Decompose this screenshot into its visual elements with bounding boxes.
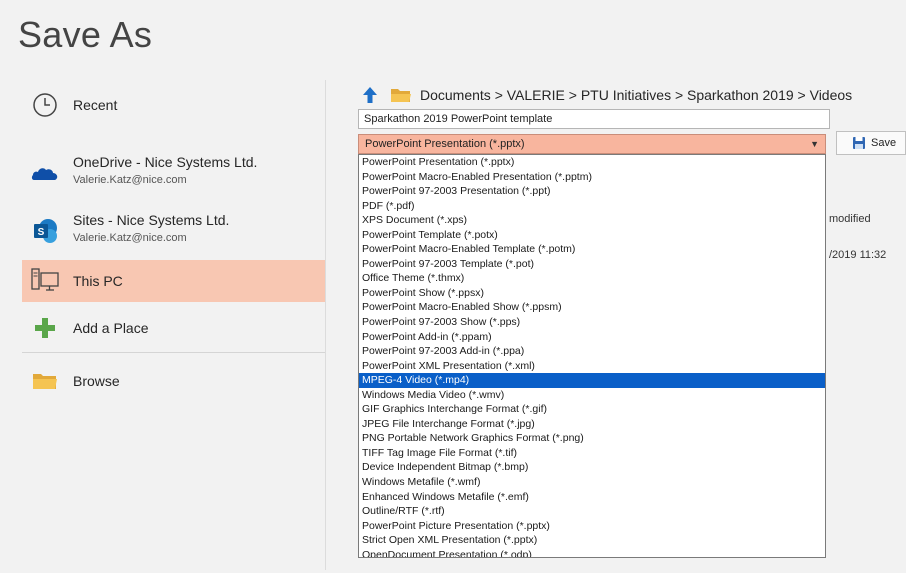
file-type-option[interactable]: MPEG-4 Video (*.mp4) xyxy=(359,373,825,388)
file-type-option[interactable]: PowerPoint Template (*.potx) xyxy=(359,228,825,243)
nav-divider xyxy=(22,352,325,353)
nav-label-onedrive: OneDrive - Nice Systems Ltd. xyxy=(73,154,258,170)
nav-sub-onedrive: Valerie.Katz@nice.com xyxy=(73,174,187,186)
file-type-option[interactable]: PowerPoint Macro-Enabled Template (*.pot… xyxy=(359,242,825,257)
nav-label-browse: Browse xyxy=(73,373,120,389)
file-type-option[interactable]: PowerPoint Macro-Enabled Presentation (*… xyxy=(359,170,825,185)
nav-item-recent[interactable]: Recent xyxy=(22,84,325,126)
nav-item-sites[interactable]: S Sites - Nice Systems Ltd. Valerie.Katz… xyxy=(22,208,325,254)
chevron-down-icon: ▼ xyxy=(810,139,819,149)
file-type-option[interactable]: TIFF Tag Image File Format (*.tif) xyxy=(359,446,825,461)
computer-icon xyxy=(31,268,59,291)
folder-icon xyxy=(391,89,411,102)
folder-icon xyxy=(33,374,57,389)
file-type-option[interactable]: Device Independent Bitmap (*.bmp) xyxy=(359,460,825,475)
file-type-option[interactable]: PowerPoint Macro-Enabled Show (*.ppsm) xyxy=(359,300,825,315)
file-type-option[interactable]: PowerPoint XML Presentation (*.xml) xyxy=(359,359,825,374)
svg-text:S: S xyxy=(38,227,45,238)
save-button[interactable]: Save xyxy=(836,131,906,155)
file-type-option[interactable]: PDF (*.pdf) xyxy=(359,199,825,214)
nav-label-this-pc: This PC xyxy=(73,273,123,289)
file-type-option[interactable]: PowerPoint 97-2003 Presentation (*.ppt) xyxy=(359,184,825,199)
file-type-option[interactable]: Office Theme (*.thmx) xyxy=(359,271,825,286)
nav-item-onedrive[interactable]: OneDrive - Nice Systems Ltd. Valerie.Kat… xyxy=(22,150,325,196)
file-type-option[interactable]: PNG Portable Network Graphics Format (*.… xyxy=(359,431,825,446)
breadcrumb[interactable]: Documents > VALERIE > PTU Initiatives > … xyxy=(420,87,852,103)
nav-sub-sites: Valerie.Katz@nice.com xyxy=(73,232,187,244)
page-title: Save As xyxy=(18,14,153,55)
cloud-icon xyxy=(31,168,58,180)
nav-item-browse[interactable]: Browse xyxy=(22,360,325,402)
file-type-option[interactable]: Enhanced Windows Metafile (*.emf) xyxy=(359,490,825,505)
nav-label-add-place: Add a Place xyxy=(73,320,149,336)
save-icon xyxy=(853,137,865,149)
file-type-option[interactable]: PowerPoint Add-in (*.ppam) xyxy=(359,330,825,345)
file-type-option[interactable]: PowerPoint Show (*.ppsx) xyxy=(359,286,825,301)
file-type-selected: PowerPoint Presentation (*.pptx) xyxy=(365,138,525,150)
file-row-date: /2019 11:32 xyxy=(829,249,887,261)
nav-label-recent: Recent xyxy=(73,97,118,113)
nav-label-sites: Sites - Nice Systems Ltd. xyxy=(73,212,230,228)
nav-item-this-pc[interactable]: This PC xyxy=(22,260,325,302)
file-type-option[interactable]: OpenDocument Presentation (*.odp) xyxy=(359,548,825,557)
file-name-input[interactable] xyxy=(358,109,830,129)
panel-separator xyxy=(325,80,326,570)
file-type-option[interactable]: PowerPoint 97-2003 Show (*.pps) xyxy=(359,315,825,330)
file-type-option[interactable]: Windows Metafile (*.wmf) xyxy=(359,475,825,490)
clock-icon xyxy=(33,93,57,117)
column-header-modified[interactable]: modified xyxy=(829,213,871,225)
file-type-option[interactable]: Windows Media Video (*.wmv) xyxy=(359,388,825,403)
file-type-option[interactable]: Outline/RTF (*.rtf) xyxy=(359,504,825,519)
file-type-option[interactable]: XPS Document (*.xps) xyxy=(359,213,825,228)
file-type-select[interactable]: PowerPoint Presentation (*.pptx) ▼ xyxy=(358,134,826,154)
file-type-option[interactable]: JPEG File Interchange Format (*.jpg) xyxy=(359,417,825,432)
save-as-backstage: Save As Recent OneDrive - Nice Systems L… xyxy=(0,0,906,573)
up-arrow-icon[interactable] xyxy=(362,86,378,104)
file-type-option[interactable]: PowerPoint 97-2003 Add-in (*.ppa) xyxy=(359,344,825,359)
file-type-option[interactable]: Strict Open XML Presentation (*.pptx) xyxy=(359,533,825,548)
location-bar: Documents > VALERIE > PTU Initiatives > … xyxy=(362,84,852,106)
plus-icon xyxy=(35,318,55,338)
file-type-option[interactable]: GIF Graphics Interchange Format (*.gif) xyxy=(359,402,825,417)
nav-item-add-place[interactable]: Add a Place xyxy=(22,307,325,349)
save-button-label: Save xyxy=(871,137,897,149)
sharepoint-icon: S xyxy=(34,219,57,243)
file-type-dropdown[interactable]: PowerPoint Presentation (*.pptx) PowerPoi… xyxy=(358,154,826,558)
file-type-option[interactable]: PowerPoint 97-2003 Template (*.pot) xyxy=(359,257,825,272)
file-type-option[interactable]: PowerPoint Presentation (*.pptx) xyxy=(359,155,825,170)
file-type-option[interactable]: PowerPoint Picture Presentation (*.pptx) xyxy=(359,519,825,534)
